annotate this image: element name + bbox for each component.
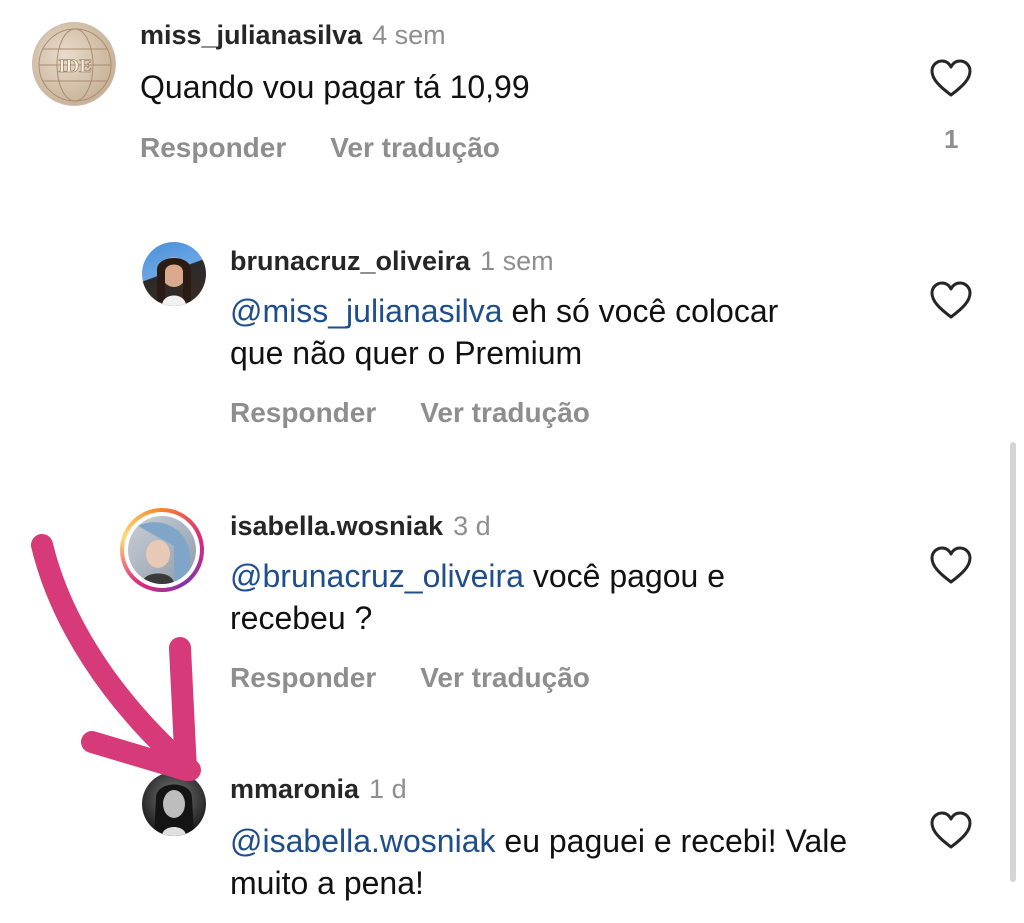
comment-actions: Responder Ver tradução xyxy=(230,662,590,694)
reply-brunacruz-oliveira: brunacruz_oliveira 1 sem @miss_julianasil… xyxy=(0,230,1024,450)
comment-actions: Responder Ver tradução xyxy=(230,397,590,429)
mention-link[interactable]: @miss_julianasilva xyxy=(230,293,503,329)
heart-icon[interactable] xyxy=(929,280,973,320)
profile-photo-icon xyxy=(154,784,194,836)
avatar[interactable]: IDE xyxy=(32,22,116,106)
reply-mmaronia: mmaronia 1 d @isabella.wosniak eu paguei … xyxy=(0,760,1024,923)
like-count[interactable]: 1 xyxy=(944,124,958,155)
profile-photo-icon xyxy=(157,257,191,306)
svg-text:IDE: IDE xyxy=(58,56,92,77)
comment-miss-julianasilva: IDE miss_julianasilva 4 sem Quando vou pa… xyxy=(0,0,1024,200)
comment-header: miss_julianasilva 4 sem xyxy=(140,20,446,51)
scrollbar[interactable] xyxy=(1010,442,1016,882)
see-translation-button[interactable]: Ver tradução xyxy=(420,662,590,694)
comment-text: @brunacruz_oliveira você pagou e recebeu… xyxy=(230,555,830,639)
avatar[interactable] xyxy=(142,242,206,306)
comment-text: Quando vou pagar tá 10,99 xyxy=(140,66,900,108)
heart-icon[interactable] xyxy=(929,810,973,850)
see-translation-button[interactable]: Ver tradução xyxy=(330,132,500,164)
see-translation-button[interactable]: Ver tradução xyxy=(420,397,590,429)
comment-actions: Responder Ver tradução xyxy=(140,132,500,164)
mention-link[interactable]: @brunacruz_oliveira xyxy=(230,558,524,594)
comment-text: @isabella.wosniak eu paguei e recebi! Va… xyxy=(230,820,890,904)
reply-button[interactable]: Responder xyxy=(230,397,376,429)
comment-text: @miss_julianasilva eh só você colocar qu… xyxy=(230,290,830,374)
profile-photo-icon xyxy=(138,522,190,584)
timestamp: 1 sem xyxy=(480,246,554,276)
username[interactable]: mmaronia xyxy=(230,774,359,804)
comment-header: isabella.wosniak 3 d xyxy=(230,511,491,542)
username[interactable]: miss_julianasilva xyxy=(140,20,362,50)
reply-button[interactable]: Responder xyxy=(140,132,286,164)
reply-button[interactable]: Responder xyxy=(230,662,376,694)
heart-icon[interactable] xyxy=(929,58,973,98)
avatar[interactable] xyxy=(142,772,206,836)
heart-icon[interactable] xyxy=(929,545,973,585)
timestamp: 4 sem xyxy=(372,20,446,50)
globe-logo-icon: IDE xyxy=(38,28,112,102)
reply-isabella-wosniak: isabella.wosniak 3 d @brunacruz_oliveira … xyxy=(0,495,1024,715)
comment-header: brunacruz_oliveira 1 sem xyxy=(230,246,554,277)
comment-header: mmaronia 1 d xyxy=(230,774,407,805)
username[interactable]: isabella.wosniak xyxy=(230,511,443,541)
timestamp: 3 d xyxy=(453,511,491,541)
avatar-story-ring[interactable] xyxy=(120,508,204,592)
mention-link[interactable]: @isabella.wosniak xyxy=(230,823,496,859)
username[interactable]: brunacruz_oliveira xyxy=(230,246,470,276)
avatar xyxy=(124,512,200,588)
timestamp: 1 d xyxy=(369,774,407,804)
comment-text-body: Quando vou pagar tá 10,99 xyxy=(140,69,530,105)
